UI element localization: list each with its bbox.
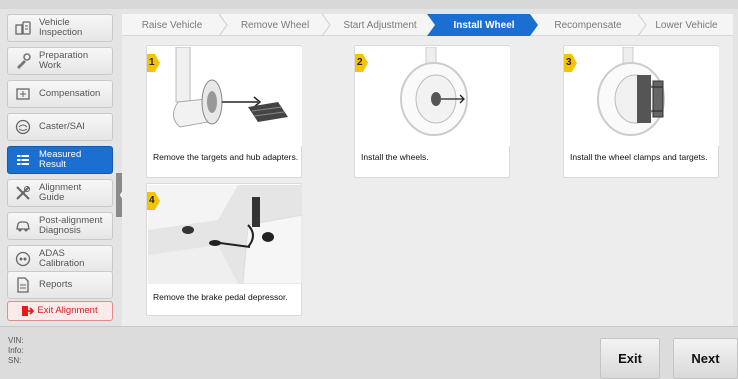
instruction-card-3: 3 Install the wheel clamps and targets. [563, 45, 719, 178]
instruction-card-2: 2 Install the wheels. [354, 45, 510, 178]
exit-icon [22, 305, 35, 317]
sidebar-item-adas-calibration[interactable]: ADAS Calibration [7, 245, 113, 273]
reports-icon [13, 275, 33, 295]
exit-alignment-button[interactable]: Exit Alignment [7, 301, 113, 321]
main-content: 1 Remove the targets and hub adapters. 2… [122, 36, 733, 326]
sidebar-item-label: Alignment Guide [39, 182, 82, 203]
sidebar-item-measured-result[interactable]: Measured Result [7, 146, 113, 174]
card-description: Remove the brake pedal depressor. [153, 292, 288, 302]
step-raise-vehicle: Raise Vehicle [141, 19, 203, 31]
sidebar-item-post-alignment-diagnosis[interactable]: Post-alignment Diagnosis [7, 212, 113, 240]
sidebar-item-compensation[interactable]: Compensation [7, 80, 113, 108]
sidebar-item-label: Vehicle Inspection [39, 17, 83, 38]
exit-alignment-label: Exit Alignment [37, 305, 98, 316]
wheel-illustration [400, 47, 468, 136]
card-description: Install the wheel clamps and targets. [570, 152, 708, 162]
step-progress-bar: Raise Vehicle Remove Wheel Start Adjustm… [122, 14, 733, 36]
sidebar-item-label: Post-alignment Diagnosis [39, 215, 103, 236]
instruction-card-4: 4 Remove the brake pedal depressor. [146, 183, 302, 316]
step-remove-wheel: Remove Wheel [240, 19, 310, 31]
alignment-guide-icon [13, 183, 33, 203]
sidebar: Vehicle Inspection Preparation Work Comp… [5, 9, 117, 322]
adas-icon [13, 249, 33, 269]
compensation-icon [13, 84, 33, 104]
caster-icon [13, 117, 33, 137]
instruction-card-1: 1 Remove the targets and hub adapters. [146, 45, 302, 178]
sidebar-item-label: Compensation [39, 88, 101, 99]
sidebar-item-reports[interactable]: Reports [7, 271, 113, 299]
sidebar-item-alignment-guide[interactable]: Alignment Guide [7, 179, 113, 207]
sidebar-item-label: Caster/SAI [39, 121, 85, 132]
measured-result-icon [13, 150, 33, 170]
info-label: Info: [8, 346, 24, 355]
card-illustration [565, 47, 719, 146]
vin-label: VIN: [8, 336, 24, 345]
next-button[interactable]: Next [673, 338, 738, 379]
hub-adapter-illustration [173, 47, 288, 128]
card-illustration [148, 47, 302, 146]
sidebar-item-caster-sai[interactable]: Caster/SAI [7, 113, 113, 141]
vehicle-info: VIN: Info: SN: [8, 336, 24, 366]
step-lower-vehicle: Lower Vehicle [655, 19, 718, 31]
card-illustration [356, 47, 510, 146]
step-recompensate: Recompensate [554, 19, 622, 31]
step-start-adjustment: Start Adjustment [343, 19, 417, 31]
wheel-clamp-illustration [597, 47, 665, 136]
sidebar-item-label: Measured Result [39, 149, 82, 170]
sidebar-item-label: ADAS Calibration [39, 248, 85, 269]
sidebar-item-preparation-work[interactable]: Preparation Work [7, 47, 113, 75]
card-illustration [148, 185, 302, 284]
card-description: Install the wheels. [361, 152, 429, 162]
exit-button[interactable]: Exit [600, 338, 660, 379]
card-description: Remove the targets and hub adapters. [153, 152, 299, 162]
brake-pedal-illustration [148, 185, 302, 284]
sidebar-item-label: Reports [39, 279, 73, 290]
footer-bar: VIN: Info: SN: Exit Next [0, 326, 738, 379]
post-alignment-icon [13, 216, 33, 236]
step-install-wheel: Install Wheel [453, 19, 515, 31]
sidebar-item-vehicle-inspection[interactable]: Vehicle Inspection [7, 14, 113, 42]
sidebar-item-label: Preparation Work [39, 50, 89, 71]
vehicle-inspection-icon [13, 18, 33, 38]
sn-label: SN: [8, 356, 22, 365]
top-strip [0, 0, 738, 9]
preparation-icon [13, 51, 33, 71]
